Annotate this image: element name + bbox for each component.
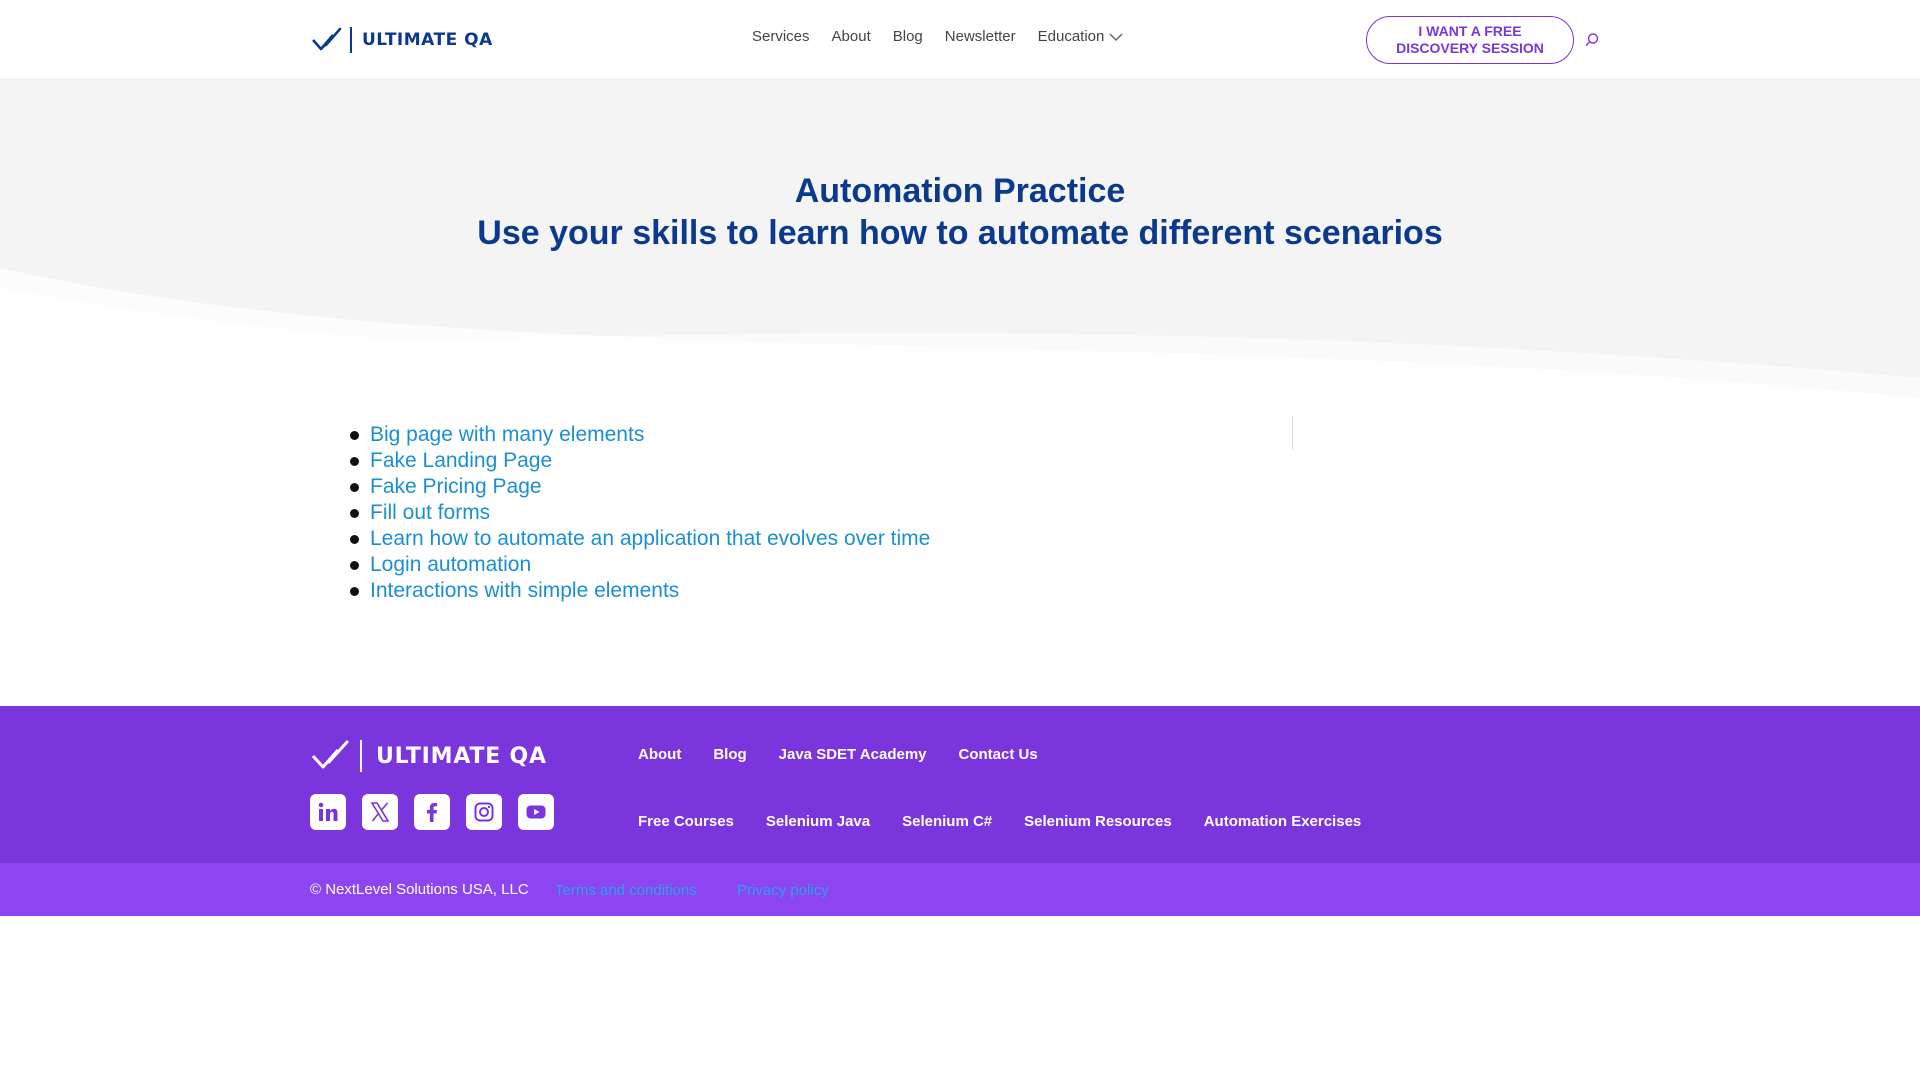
youtube-button[interactable] [518, 794, 554, 830]
footer-logo-text: ULTIMATE QA [376, 743, 547, 769]
list-item: Interactions with simple elements [350, 578, 930, 604]
chevron-down-icon [1109, 32, 1123, 41]
x-icon [370, 802, 390, 822]
practice-links-list: Big page with many elements Fake Landing… [350, 422, 930, 604]
x-twitter-button[interactable] [362, 794, 398, 830]
page-heading: Automation Practice Use your skills to l… [0, 170, 1920, 254]
nav-blog[interactable]: Blog [893, 28, 923, 45]
link-big-page[interactable]: Big page with many elements [370, 423, 644, 447]
footer-link-automation-exercises[interactable]: Automation Exercises [1204, 813, 1362, 830]
footer-link-selenium-java[interactable]: Selenium Java [766, 813, 870, 830]
footer-logo[interactable]: ULTIMATE QA [310, 738, 547, 774]
footer-links-row-2: Free Courses Selenium Java Selenium C# S… [638, 813, 1393, 830]
nav-education-label: Education [1037, 28, 1105, 45]
logo-text: ULTIMATE QA [362, 30, 493, 50]
discovery-session-button[interactable]: I WANT A FREE DISCOVERY SESSION [1366, 16, 1574, 64]
footer-link-java-sdet-academy[interactable]: Java SDET Academy [779, 746, 927, 763]
link-login-automation[interactable]: Login automation [370, 553, 531, 577]
copyright-text: © NextLevel Solutions USA, LLC [310, 881, 529, 898]
footer-link-blog[interactable]: Blog [713, 746, 746, 763]
link-fill-out-forms[interactable]: Fill out forms [370, 501, 490, 525]
nav-about[interactable]: About [832, 28, 871, 45]
facebook-button[interactable] [414, 794, 450, 830]
youtube-icon [526, 805, 546, 819]
footer-links-row-1: About Blog Java SDET Academy Contact Us [638, 746, 1070, 763]
footer-link-free-courses[interactable]: Free Courses [638, 813, 734, 830]
list-item: Fake Pricing Page [350, 474, 930, 500]
footer-link-about[interactable]: About [638, 746, 681, 763]
nav-services[interactable]: Services [752, 28, 810, 45]
list-item: Login automation [350, 552, 930, 578]
footer-logo-separator [360, 740, 362, 772]
site-footer: ULTIMATE QA About Blog Java SDET Academy… [0, 706, 1920, 863]
cta-line-1: I WANT A FREE [1418, 23, 1522, 39]
site-header: ULTIMATE QA Services About Blog Newslett… [0, 0, 1920, 78]
checkmark-logo-icon [312, 27, 342, 51]
linkedin-button[interactable] [310, 794, 346, 830]
privacy-link[interactable]: Privacy policy [737, 882, 829, 899]
social-links [310, 794, 554, 830]
main-nav: Services About Blog Newsletter Education [752, 28, 1146, 45]
footer-link-selenium-resources[interactable]: Selenium Resources [1024, 813, 1172, 830]
page: ULTIMATE QA Services About Blog Newslett… [0, 0, 1920, 1080]
page-subtitle: Use your skills to learn how to automate… [477, 214, 1443, 252]
terms-link[interactable]: Terms and conditions [555, 882, 697, 899]
footer-link-selenium-csharp[interactable]: Selenium C# [902, 813, 992, 830]
nav-newsletter[interactable]: Newsletter [945, 28, 1016, 45]
link-fake-landing-page[interactable]: Fake Landing Page [370, 449, 552, 473]
list-item: Big page with many elements [350, 422, 930, 448]
list-item: Fake Landing Page [350, 448, 930, 474]
search-icon[interactable] [1584, 32, 1600, 48]
linkedin-icon [318, 802, 338, 821]
sub-footer: © NextLevel Solutions USA, LLC Terms and… [0, 863, 1920, 916]
checkmark-logo-icon [311, 740, 349, 769]
facebook-icon [427, 803, 438, 822]
instagram-icon [474, 802, 494, 822]
footer-link-contact-us[interactable]: Contact Us [959, 746, 1038, 763]
column-divider [1292, 416, 1293, 450]
page-title: Automation Practice [794, 172, 1126, 210]
ultimate-qa-logo[interactable]: ULTIMATE QA [310, 24, 493, 56]
list-item: Learn how to automate an application tha… [350, 526, 930, 552]
instagram-button[interactable] [466, 794, 502, 830]
nav-education[interactable]: Education [1038, 28, 1125, 45]
logo-separator [350, 27, 352, 53]
list-item: Fill out forms [350, 500, 930, 526]
link-simple-elements[interactable]: Interactions with simple elements [370, 579, 679, 603]
link-evolving-app[interactable]: Learn how to automate an application tha… [370, 527, 930, 551]
hero-section: Automation Practice Use your skills to l… [0, 78, 1920, 398]
link-fake-pricing-page[interactable]: Fake Pricing Page [370, 475, 542, 499]
cta-line-2: DISCOVERY SESSION [1396, 40, 1544, 56]
